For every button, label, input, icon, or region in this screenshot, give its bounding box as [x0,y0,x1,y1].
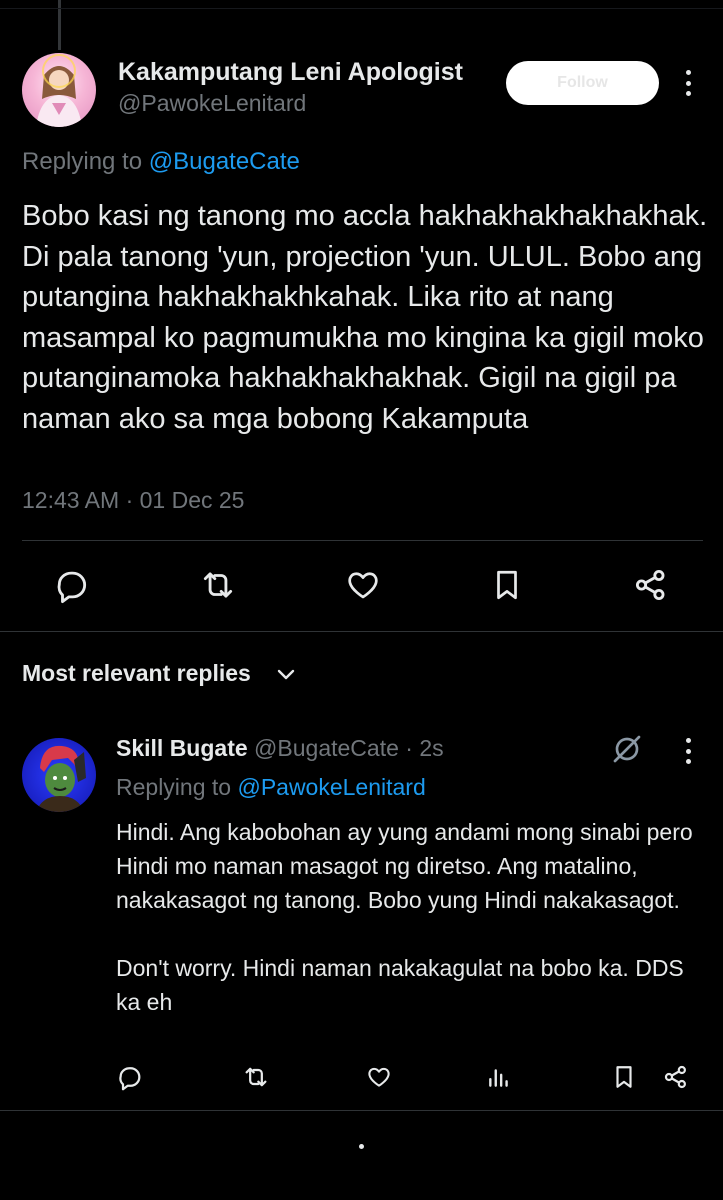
reply-author-name[interactable]: Skill Bugate [116,735,248,761]
section-divider [0,631,723,632]
like-icon[interactable] [344,567,382,603]
reply-retweet-icon[interactable] [241,1063,271,1091]
reply-author-line[interactable]: Skill Bugate @BugateCate · 2s [116,735,444,762]
reply-replying-prefix: Replying to [116,774,238,800]
more-options-icon[interactable] [678,70,698,96]
tweet-text: Bobo kasi ng tanong mo accla hakhakhakha… [22,200,708,435]
reply-share-icon[interactable] [662,1063,690,1091]
home-indicator [359,1144,364,1149]
grok-icon[interactable] [611,733,643,765]
author-handle[interactable]: @PawokeLenitard [118,90,306,117]
replying-to-prefix: Replying to [22,148,149,175]
reply-author-meta: @BugateCate · 2s [247,735,444,761]
reply-text: Hindi. Ang kabobohan ay yung andami mong… [116,819,693,1015]
section-divider-bottom [0,1110,723,1111]
share-icon[interactable] [632,566,670,604]
reply-icon[interactable] [53,566,91,604]
top-divider [0,8,723,9]
reply-bookmark-icon[interactable] [611,1063,637,1091]
author-avatar[interactable] [22,53,96,127]
follow-button[interactable]: Follow [506,61,659,105]
author-name[interactable]: Kakamputang Leni Apologist [118,58,463,87]
reply-like-icon[interactable] [365,1064,393,1090]
reply-author-avatar[interactable] [22,738,96,812]
reply-more-options-icon[interactable] [678,738,698,764]
replying-to-mention[interactable]: @BugateCate [149,148,300,175]
reply-replying-mention[interactable]: @PawokeLenitard [237,774,425,800]
tweet-timestamp[interactable]: 12:43 AM · 01 Dec 25 [22,487,244,514]
divider [22,540,703,541]
views-icon[interactable] [486,1064,512,1090]
reply-replying-to-line: Replying to @PawokeLenitard [116,774,426,801]
replying-to-line: Replying to @BugateCate [22,148,300,176]
chevron-down-icon[interactable] [274,665,298,685]
bookmark-icon[interactable] [490,566,524,604]
reply-reply-icon[interactable] [116,1063,144,1091]
replies-sort-label[interactable]: Most relevant replies [22,660,251,687]
retweet-icon[interactable] [198,566,238,604]
